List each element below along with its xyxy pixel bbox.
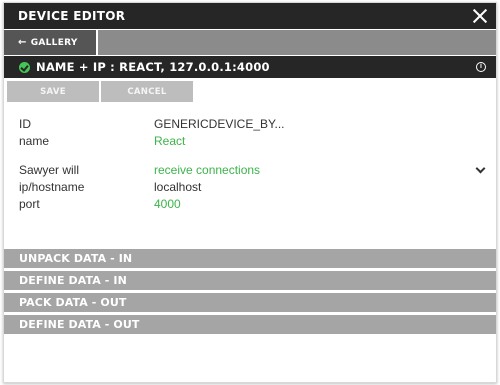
device-fields: ID GENERICDEVICE_BY... name React Sawyer…: [4, 102, 496, 212]
field-label-sawyer: Sawyer will: [19, 162, 80, 177]
device-header: NAME + IP : REACT, 127.0.0.1:4000 i: [4, 56, 496, 78]
info-icon[interactable]: i: [476, 62, 486, 72]
field-label-name: name: [19, 133, 50, 148]
port-field[interactable]: 4000: [154, 197, 181, 211]
check-circle-icon: [19, 61, 30, 73]
field-row-port[interactable]: port 4000: [19, 195, 496, 212]
close-icon[interactable]: [472, 8, 488, 24]
field-label-id: ID: [19, 116, 31, 131]
gallery-button[interactable]: ← GALLERY: [4, 30, 98, 55]
field-label-ip: ip/hostname: [19, 179, 85, 194]
field-label-port: port: [19, 196, 40, 211]
field-row-sawyer[interactable]: Sawyer will receive connections: [19, 161, 496, 178]
section-pack-data-out[interactable]: PACK DATA - OUT: [4, 293, 496, 312]
title-bar: DEVICE EDITOR: [4, 3, 496, 29]
window-title: DEVICE EDITOR: [18, 9, 126, 23]
back-arrow-icon: ←: [18, 37, 27, 48]
collapsible-sections: UNPACK DATA - IN DEFINE DATA - IN PACK D…: [4, 249, 496, 337]
name-field[interactable]: React: [154, 134, 185, 148]
field-row-name[interactable]: name React: [19, 132, 496, 149]
save-button[interactable]: SAVE: [7, 81, 99, 102]
section-define-data-out[interactable]: DEFINE DATA - OUT: [4, 315, 496, 334]
chevron-down-icon[interactable]: [475, 163, 486, 174]
ip-hostname-value: localhost: [154, 179, 202, 194]
cancel-button[interactable]: CANCEL: [101, 81, 193, 102]
gallery-row: ← GALLERY: [4, 29, 496, 56]
action-bar: SAVE CANCEL: [4, 81, 496, 102]
field-row-ip: ip/hostname localhost: [19, 178, 496, 195]
field-row-id: ID GENERICDEVICE_BY...: [19, 115, 496, 132]
section-define-data-in[interactable]: DEFINE DATA - IN: [4, 271, 496, 290]
connection-mode-select[interactable]: receive connections: [154, 163, 260, 177]
device-title: NAME + IP : REACT, 127.0.0.1:4000: [36, 60, 270, 74]
gallery-label: GALLERY: [30, 37, 78, 48]
section-unpack-data-in[interactable]: UNPACK DATA - IN: [4, 249, 496, 268]
device-editor-panel: DEVICE EDITOR ← GALLERY NAME + IP : REAC…: [3, 2, 497, 383]
field-value-id: GENERICDEVICE_BY...: [154, 116, 285, 131]
